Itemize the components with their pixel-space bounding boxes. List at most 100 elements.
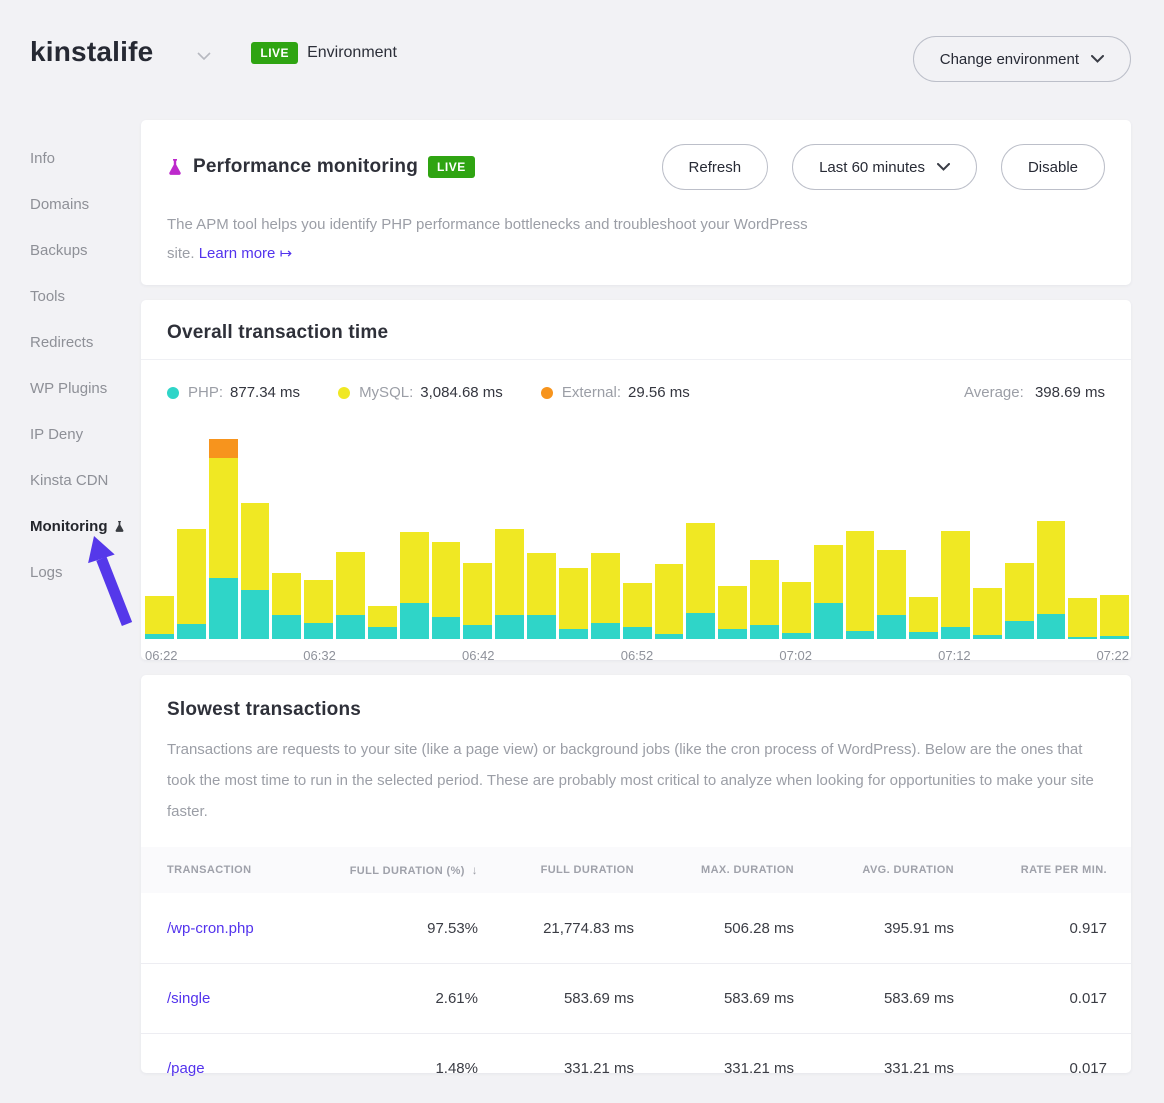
- segment-php: [527, 615, 556, 639]
- bar-06:26[interactable]: [209, 439, 238, 639]
- learn-more-link[interactable]: Learn more ↦: [199, 245, 292, 262]
- change-environment-button[interactable]: Change environment: [913, 36, 1131, 82]
- column-header-max-duration: MAX. DURATION: [634, 864, 794, 876]
- x-tick-07:02: 07:02: [779, 648, 812, 663]
- time-range-dropdown[interactable]: Last 60 minutes: [792, 144, 977, 190]
- bar-07:18[interactable]: [1037, 521, 1066, 639]
- bar-07:04[interactable]: [814, 545, 843, 639]
- segment-mysql: [432, 542, 461, 617]
- bar-07:00[interactable]: [750, 560, 779, 639]
- sidebar-item-label: WP Plugins: [30, 380, 107, 397]
- bar-07:16[interactable]: [1005, 563, 1034, 639]
- bar-06:44[interactable]: [495, 529, 524, 639]
- bar-06:52[interactable]: [623, 583, 652, 639]
- legend-value: 29.56 ms: [628, 384, 690, 401]
- cell-avg_duration: 395.91 ms: [794, 920, 954, 937]
- sidebar-item-kinsta-cdn[interactable]: Kinsta CDN: [30, 457, 141, 503]
- bar-06:56[interactable]: [686, 523, 715, 639]
- bar-06:42[interactable]: [463, 563, 492, 639]
- change-environment-label: Change environment: [940, 51, 1079, 68]
- apm-live-badge: LIVE: [428, 156, 475, 178]
- bar-06:38[interactable]: [400, 532, 429, 639]
- cell-max_duration: 583.69 ms: [634, 990, 794, 1007]
- bar-07:02[interactable]: [782, 582, 811, 639]
- site-switcher-chevron-icon[interactable]: [197, 48, 211, 66]
- sidebar-item-label: Kinsta CDN: [30, 472, 108, 489]
- sidebar-item-info[interactable]: Info: [30, 135, 141, 181]
- segment-php: [909, 632, 938, 639]
- bar-06:58[interactable]: [718, 586, 747, 639]
- transaction-link-text[interactable]: /page: [167, 1060, 205, 1077]
- segment-php: [368, 627, 397, 639]
- apm-card-title: Performance monitoring: [193, 156, 418, 178]
- cell-full_duration: 21,774.83 ms: [478, 920, 634, 937]
- sidebar-item-monitoring[interactable]: Monitoring: [30, 503, 141, 549]
- transaction-link-text[interactable]: /single: [167, 990, 210, 1007]
- bar-06:32[interactable]: [304, 580, 333, 639]
- bar-07:12[interactable]: [941, 531, 970, 639]
- transaction-link[interactable]: /page: [141, 1060, 321, 1077]
- refresh-button[interactable]: Refresh: [662, 144, 769, 190]
- x-tick-06:32: 06:32: [303, 648, 336, 663]
- segment-php: [1100, 636, 1129, 639]
- segment-mysql: [782, 582, 811, 633]
- transaction-link-text[interactable]: /wp-cron.php: [167, 920, 254, 937]
- sidebar-item-ip-deny[interactable]: IP Deny: [30, 411, 141, 457]
- disable-button[interactable]: Disable: [1001, 144, 1105, 190]
- segment-mysql: [846, 531, 875, 631]
- segment-external: [209, 439, 238, 458]
- slowest-transactions-card: Slowest transactions Transactions are re…: [141, 675, 1131, 1073]
- segment-php: [941, 627, 970, 639]
- segment-php: [495, 615, 524, 639]
- segment-mysql: [909, 597, 938, 632]
- segment-php: [1037, 614, 1066, 639]
- chart-average: Average: 398.69 ms: [964, 384, 1105, 401]
- bar-06:40[interactable]: [432, 542, 461, 639]
- sidebar-item-logs[interactable]: Logs: [30, 549, 141, 595]
- bar-06:28[interactable]: [241, 503, 270, 639]
- segment-mysql: [623, 583, 652, 627]
- bar-06:46[interactable]: [527, 553, 556, 639]
- transactions-table: TRANSACTIONFULL DURATION (%) ↓FULL DURAT…: [141, 847, 1131, 1103]
- bar-07:08[interactable]: [877, 550, 906, 639]
- average-value: 398.69 ms: [1035, 384, 1105, 401]
- sidebar-item-wp-plugins[interactable]: WP Plugins: [30, 365, 141, 411]
- transaction-link[interactable]: /single: [141, 990, 321, 1007]
- table-header-row: TRANSACTIONFULL DURATION (%) ↓FULL DURAT…: [141, 847, 1131, 893]
- table-row: /wp-cron.php97.53%21,774.83 ms506.28 ms3…: [141, 893, 1131, 963]
- segment-mysql: [591, 553, 620, 623]
- column-header-full-duration-[interactable]: FULL DURATION (%) ↓: [321, 863, 478, 877]
- bar-06:34[interactable]: [336, 552, 365, 639]
- sidebar-item-redirects[interactable]: Redirects: [30, 319, 141, 365]
- average-label: Average:: [964, 384, 1024, 401]
- bar-07:20[interactable]: [1068, 598, 1097, 639]
- apm-description: The APM tool helps you identify PHP perf…: [167, 210, 812, 268]
- bar-07:14[interactable]: [973, 588, 1002, 639]
- segment-mysql: [527, 553, 556, 615]
- segment-php: [1005, 621, 1034, 639]
- bar-07:10[interactable]: [909, 597, 938, 639]
- x-axis-ticks: 06:2206:3206:4206:5207:0207:1207:22: [145, 645, 1129, 665]
- bar-06:54[interactable]: [655, 564, 684, 639]
- legend-dot-php: [167, 387, 179, 399]
- sidebar-item-tools[interactable]: Tools: [30, 273, 141, 319]
- bar-06:22[interactable]: [145, 596, 174, 639]
- sidebar-item-domains[interactable]: Domains: [30, 181, 141, 227]
- sidebar-item-backups[interactable]: Backups: [30, 227, 141, 273]
- table-body: /wp-cron.php97.53%21,774.83 ms506.28 ms3…: [141, 893, 1131, 1103]
- bar-06:24[interactable]: [177, 529, 206, 639]
- segment-php: [241, 590, 270, 639]
- bar-06:50[interactable]: [591, 553, 620, 639]
- cell-full_duration: 331.21 ms: [478, 1060, 634, 1077]
- segment-php: [145, 634, 174, 639]
- bar-06:36[interactable]: [368, 606, 397, 639]
- cell-full_duration_pct: 2.61%: [321, 990, 478, 1007]
- transaction-link[interactable]: /wp-cron.php: [141, 920, 321, 937]
- bars: [145, 434, 1129, 639]
- segment-mysql: [177, 529, 206, 624]
- segment-mysql: [1100, 595, 1129, 636]
- bar-07:22[interactable]: [1100, 595, 1129, 639]
- bar-06:48[interactable]: [559, 568, 588, 639]
- bar-07:06[interactable]: [846, 531, 875, 639]
- bar-06:30[interactable]: [272, 573, 301, 639]
